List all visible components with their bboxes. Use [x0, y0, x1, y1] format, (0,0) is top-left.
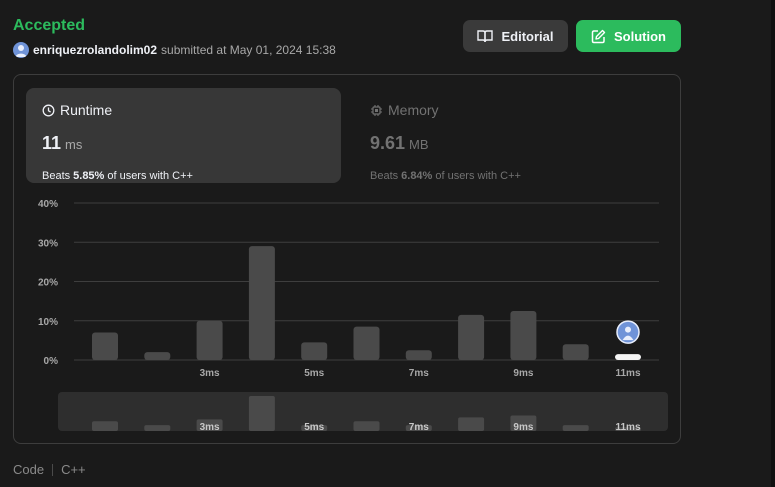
username-link[interactable]: enriquezrolandolim02	[33, 43, 157, 57]
solution-button[interactable]: Solution	[576, 20, 681, 52]
result-panel: Runtime 11 ms Beats 5.85% of users with C++…	[13, 74, 681, 444]
distribution-bar	[92, 332, 118, 360]
overview-bar	[353, 421, 380, 431]
submitted-timestamp: submitted at May 01, 2024 15:38	[161, 43, 336, 57]
x-tick-label: 7ms	[409, 368, 429, 379]
divider	[52, 463, 54, 476]
book-icon	[477, 30, 494, 43]
editorial-label: Editorial	[501, 28, 554, 44]
y-tick-label: 20%	[38, 278, 58, 289]
highlight-bar	[615, 354, 641, 360]
avatar[interactable]	[13, 42, 29, 58]
user-icon	[15, 45, 27, 57]
code-label: Code	[13, 462, 45, 477]
submission-status: Accepted	[13, 17, 86, 34]
x-tick-label: 9ms	[513, 368, 533, 379]
overview-tick-label: 9ms	[513, 422, 533, 433]
y-tick-label: 30%	[38, 238, 58, 249]
overview-tick-label: 7ms	[409, 422, 429, 433]
x-tick-label: 3ms	[200, 368, 220, 379]
overview-bar	[92, 421, 118, 431]
distribution-bar	[405, 350, 432, 360]
y-tick-label: 10%	[38, 317, 58, 328]
user-marker-head	[625, 326, 631, 333]
overview-bar	[144, 425, 171, 431]
distribution-bar	[301, 342, 328, 360]
distribution-bar	[144, 352, 171, 360]
distribution-bar	[248, 246, 275, 360]
distribution-bar	[510, 310, 537, 360]
x-tick-label: 5ms	[304, 368, 324, 379]
distribution-bar	[458, 314, 485, 360]
code-footer: Code C++	[13, 462, 86, 477]
distribution-bar	[562, 344, 589, 360]
x-tick-label: 11ms	[615, 368, 640, 379]
solution-label: Solution	[614, 28, 666, 44]
runtime-distribution-chart[interactable]: 40% 30% 20% 10% 0% 3ms 5ms 7ms 9ms 11ms 3ms 5ms 7ms 9…	[14, 75, 682, 445]
code-language[interactable]: C++	[61, 462, 86, 477]
editorial-button[interactable]: Editorial	[463, 20, 568, 52]
overview-tick-label: 5ms	[304, 422, 324, 433]
overview-bar	[248, 396, 275, 431]
submission-meta: enriquezrolandolim02 submitted at May 01…	[13, 42, 336, 58]
y-tick-label: 0%	[44, 356, 59, 367]
window-edge	[771, 0, 775, 487]
overview-bar	[562, 425, 589, 431]
distribution-bar	[353, 326, 380, 360]
y-tick-label: 40%	[38, 199, 58, 210]
overview-tick-label: 11ms	[615, 422, 640, 433]
overview-tick-label: 3ms	[200, 422, 220, 433]
distribution-bar	[196, 320, 223, 360]
edit-icon	[591, 29, 606, 43]
overview-bar	[458, 417, 485, 431]
